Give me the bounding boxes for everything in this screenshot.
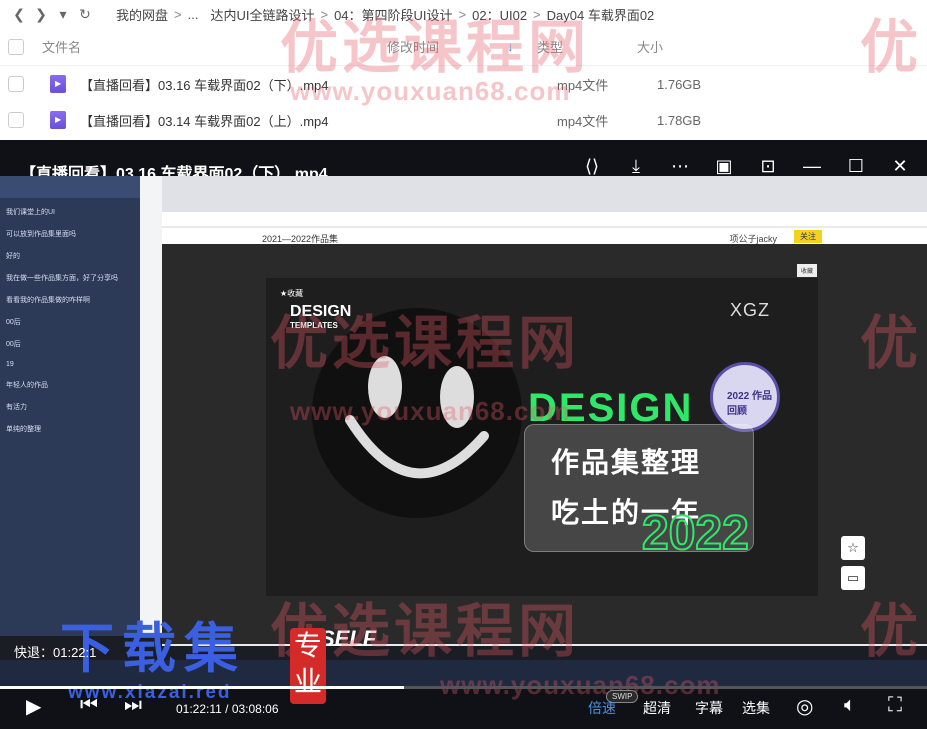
portfolio-cover: ★收藏 DESIGN TEMPLATES XGZ 2022 作品回顾 DESIG… (266, 278, 818, 596)
file-row[interactable]: 【直播回看】03.14 车载界面02（上）.mp4 mp4文件 1.78GB (0, 102, 927, 138)
smiley-graphic (312, 308, 522, 518)
bookmark-bar (162, 212, 927, 226)
prev-icon[interactable]: ⏮ (80, 694, 98, 717)
chevron-down-icon[interactable]: ▾ (52, 6, 74, 23)
chat-line: 我在做一些作品集方面，好了分享吗 (6, 275, 118, 282)
crumb-sep: > (320, 6, 329, 22)
row-checkbox[interactable] (8, 76, 24, 92)
chat-line: 有活力 (6, 404, 27, 411)
crumb-stage[interactable]: 04：第四阶段UI设计 (334, 5, 452, 24)
xgz-logo: XGZ (729, 300, 770, 320)
more-icon[interactable]: ⋯ (665, 156, 695, 177)
player-toolbar: ⟨⟩ ⤓ ⋯ ▣ ⊡ — ☐ ✕ (577, 156, 915, 177)
smiley-mouth (345, 415, 489, 479)
next-icon[interactable]: ⏭ (124, 694, 142, 717)
video-file-icon (50, 111, 66, 129)
progress-bar[interactable] (0, 686, 927, 689)
file-browser: ❮ ❯ ▾ ↻ 我的网盘 > ... 达内UI全链路设计 > 04：第四阶段UI… (0, 0, 927, 140)
chat-line: 可以放到作品集里面吗 (6, 231, 76, 238)
progress-fill (0, 686, 405, 689)
crumb-sep: > (458, 6, 467, 22)
crumb-sep: > (174, 6, 182, 22)
crumb-ui02[interactable]: 02：UI02 (472, 5, 527, 24)
file-name[interactable]: 【直播回看】03.16 车载界面02（下）.mp4 (80, 75, 557, 94)
speed-button[interactable]: 倍速 (588, 698, 616, 718)
chat-line: 年轻人的作品 (6, 382, 48, 389)
header-type[interactable]: 类型 (537, 37, 637, 56)
back-icon[interactable]: ❮ (8, 6, 30, 23)
follow-button: 关注 (794, 230, 822, 243)
crumb-sep: > (533, 6, 541, 22)
play-icon[interactable]: ▶ (26, 694, 41, 719)
chat-header (0, 176, 140, 198)
chat-line: 00后 (6, 319, 21, 326)
chat-line: 00后 (6, 341, 21, 348)
loop-icon[interactable]: ◎ (796, 694, 813, 719)
star-icon: ☆ (841, 536, 865, 560)
maximize-icon[interactable]: ☐ (841, 156, 871, 177)
fullscreen-icon[interactable]: ⛶ (888, 694, 902, 717)
file-row[interactable]: 【直播回看】03.16 车载界面02（下）.mp4 mp4文件 1.76GB (0, 66, 927, 102)
share-icon[interactable]: ⟨⟩ (577, 156, 607, 177)
file-size: 1.76GB (657, 76, 702, 92)
control-bar: ▶ ⏮ ⏭ 01:22:11 / 03:08:06 SWIP 倍速 超清 字幕 … (0, 690, 927, 729)
design-templates-logo: DESIGN TEMPLATES (290, 304, 351, 330)
templates-label: TEMPLATES (290, 321, 338, 330)
fav-button: ★收藏 (280, 289, 304, 298)
time-display: 01:22:11 / 03:08:06 (176, 702, 279, 716)
file-type: mp4文件 (557, 113, 609, 129)
forward-icon[interactable]: ❯ (30, 6, 52, 23)
file-name[interactable]: 【直播回看】03.14 车载界面02（上）.mp4 (80, 111, 557, 130)
chat-line: 单纯的整理 (6, 426, 41, 433)
chat-line: 看看我的作品集做的咋样啊 (6, 297, 90, 304)
header-mtime[interactable]: 修改时间 (387, 37, 537, 56)
chat-line: 我们课堂上的UI (6, 209, 55, 216)
crumb-course[interactable]: 达内UI全链路设计 (210, 5, 314, 24)
chat-panel: 我们课堂上的UI 可以放到作品集里面吗 好的 我在做一些作品集方面，好了分享吗 … (0, 176, 140, 636)
browser-chrome (162, 176, 927, 212)
self-text: SELF (320, 626, 377, 651)
header-size[interactable]: 大小 (637, 37, 737, 56)
recorded-browser: 2021—2022作品集 项公子jacky 关注 收藏 ★收藏 DESIGN T… (162, 176, 927, 646)
close-icon[interactable]: ✕ (885, 156, 915, 177)
page-heading: 2021—2022作品集 (262, 234, 339, 244)
design-label: DESIGN (290, 303, 352, 320)
seek-indicator: 快退：01:22:1 (14, 645, 97, 660)
pip-icon[interactable]: ▣ (709, 156, 739, 177)
pin-icon[interactable]: ⊡ (753, 156, 783, 177)
select-all-checkbox[interactable] (8, 38, 24, 55)
badge-seal: 2022 作品回顾 (710, 362, 780, 432)
year-outline: 2022 (641, 506, 750, 561)
crumb-root[interactable]: 我的网盘 (116, 5, 168, 24)
file-size: 1.78GB (657, 112, 702, 128)
subtitle-button[interactable]: 字幕 (695, 698, 723, 718)
row-checkbox[interactable] (8, 112, 24, 128)
header-name[interactable]: 文件名 (32, 37, 387, 56)
chat-line: 19 (6, 361, 14, 368)
quality-button[interactable]: 超清 (643, 698, 671, 718)
episodes-button[interactable]: 选集 (742, 698, 770, 718)
chat-line: 好的 (6, 253, 20, 260)
file-list-header: 文件名 修改时间 ↓ 类型 大小 (0, 28, 927, 66)
nav-bar: ❮ ❯ ▾ ↻ 我的网盘 > ... 达内UI全链路设计 > 04：第四阶段UI… (0, 0, 927, 28)
minimize-icon[interactable]: — (797, 156, 827, 177)
crumb-ellipsis[interactable]: ... (188, 7, 199, 22)
file-type: mp4文件 (557, 77, 609, 93)
collect-tag: 收藏 (796, 264, 817, 277)
breadcrumb: 我的网盘 > ... 达内UI全链路设计 > 04：第四阶段UI设计 > 02：… (110, 5, 660, 24)
video-file-icon (50, 75, 66, 93)
crumb-day04[interactable]: Day04 车载界面02 (547, 5, 655, 24)
comment-icon: ▭ (841, 566, 865, 590)
browser-sidebar (140, 176, 162, 636)
volume-icon[interactable]: 🔈︎ (844, 694, 856, 717)
card-line: 作品集整理 (551, 447, 702, 478)
badge-text: 2022 作品回顾 (727, 391, 773, 417)
download-icon[interactable]: ⤓ (621, 156, 651, 177)
refresh-icon[interactable]: ↻ (74, 6, 96, 23)
